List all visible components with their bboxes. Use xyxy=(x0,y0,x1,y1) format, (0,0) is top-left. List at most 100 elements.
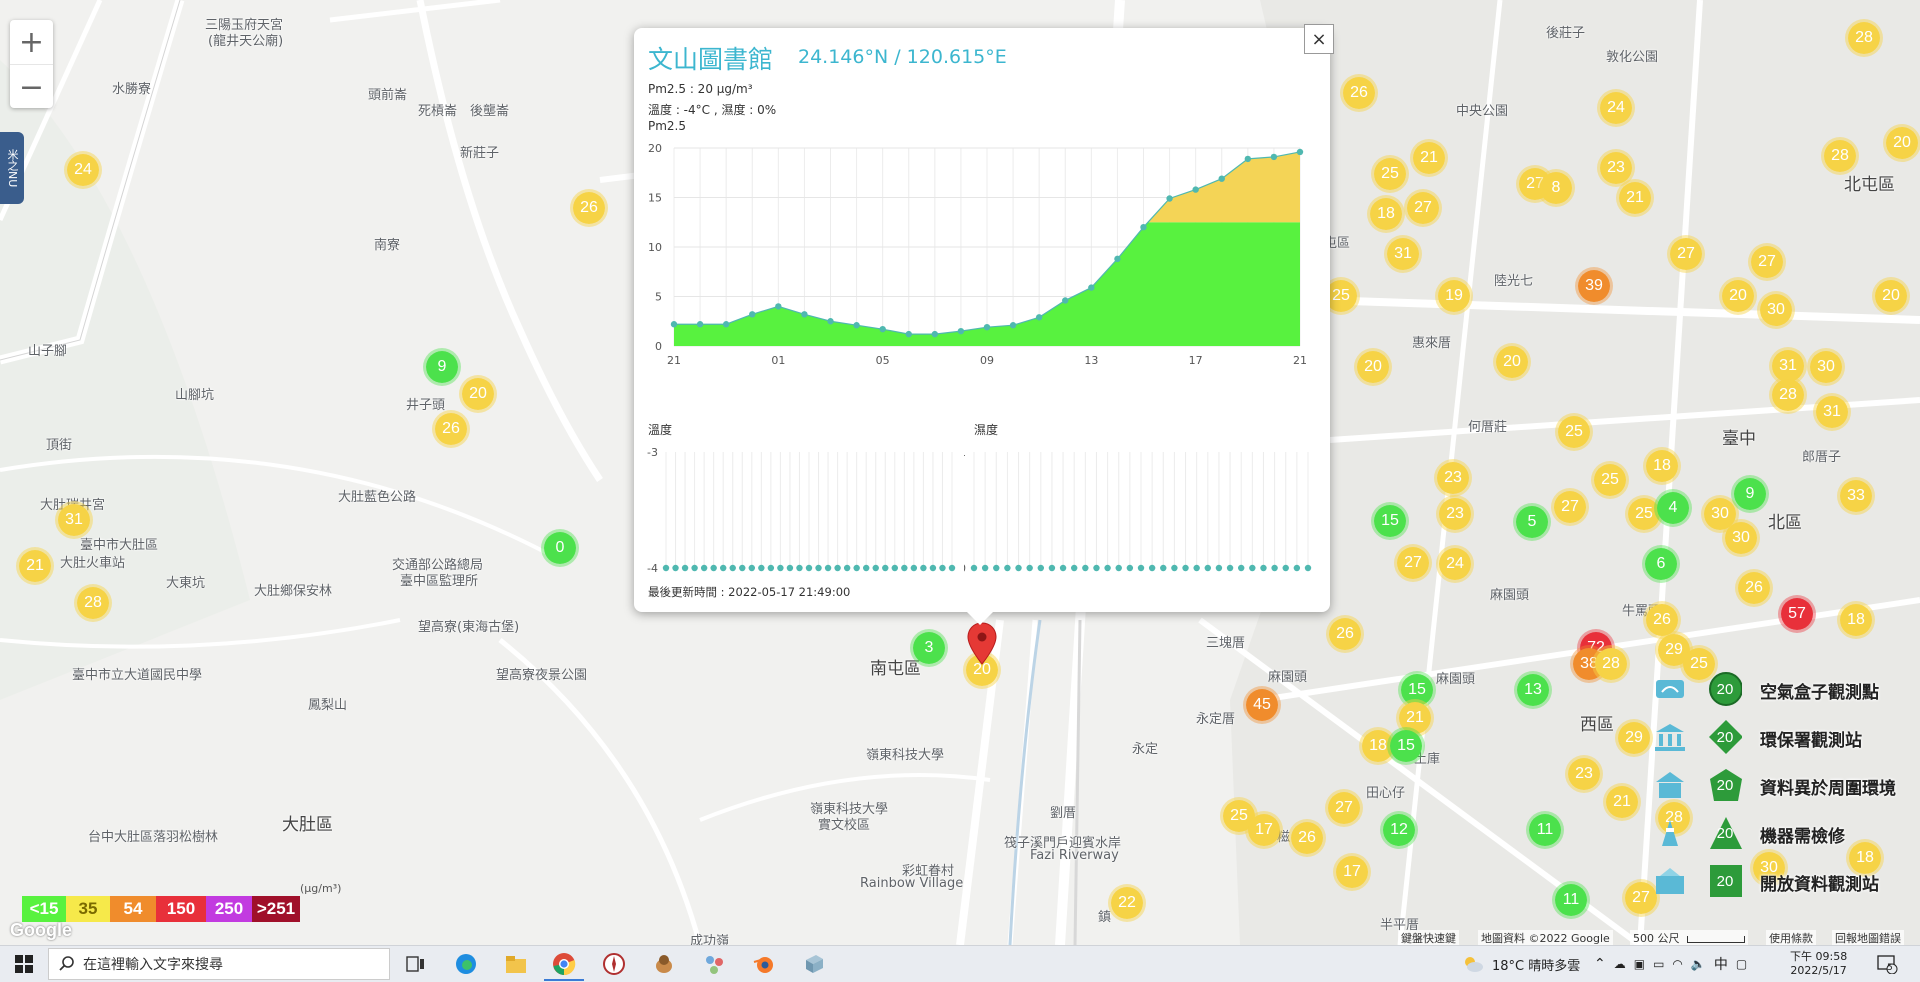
sensor-marker[interactable]: 20 xyxy=(1872,277,1910,315)
sensor-marker[interactable]: 26 xyxy=(1326,615,1364,653)
sensor-marker[interactable]: 28 xyxy=(1592,645,1630,683)
sensor-marker[interactable]: 15 xyxy=(1371,502,1409,540)
sensor-marker[interactable]: 27 xyxy=(1551,488,1589,526)
sensor-marker[interactable]: 31 xyxy=(1384,235,1422,273)
chrome-icon[interactable] xyxy=(544,949,584,981)
tray-expand-icon[interactable]: ⌃ xyxy=(1594,956,1606,972)
close-popup-button[interactable]: × xyxy=(1304,24,1334,54)
tray-app-icon[interactable]: ▣ xyxy=(1634,957,1645,971)
zoom-out-button[interactable]: − xyxy=(10,64,53,109)
app-animal-icon[interactable] xyxy=(644,949,684,979)
sensor-marker[interactable]: 27 xyxy=(1667,235,1705,273)
sensor-marker[interactable]: 28 xyxy=(1821,137,1859,175)
sensor-marker[interactable]: 25 xyxy=(1555,413,1593,451)
sensor-marker[interactable]: 11 xyxy=(1552,881,1590,919)
sensor-marker[interactable]: 20 xyxy=(1493,343,1531,381)
sensor-marker[interactable]: 9 xyxy=(1731,475,1769,513)
app-compass-icon[interactable] xyxy=(594,949,634,979)
sensor-marker[interactable]: 57 xyxy=(1778,595,1816,633)
app-box-icon[interactable] xyxy=(794,949,834,979)
sensor-marker[interactable]: 30 xyxy=(1722,519,1760,557)
sensor-marker[interactable]: 30 xyxy=(1807,348,1845,386)
sensor-marker[interactable]: 33 xyxy=(1837,477,1875,515)
edge-browser-icon[interactable] xyxy=(446,949,486,979)
sensor-marker[interactable]: 25 xyxy=(1591,461,1629,499)
sensor-marker[interactable]: 19 xyxy=(1435,277,1473,315)
file-explorer-icon[interactable] xyxy=(496,949,536,979)
terms-link[interactable]: 使用條款 xyxy=(1766,930,1816,945)
taskbar-search-box[interactable]: 在這裡輸入文字來搜尋 xyxy=(48,948,390,980)
sensor-marker[interactable]: 31 xyxy=(55,501,93,539)
sensor-marker[interactable]: 26 xyxy=(1340,74,1378,112)
sensor-marker[interactable]: 21 xyxy=(1616,179,1654,217)
sensor-marker[interactable]: 24 xyxy=(1597,89,1635,127)
sensor-marker[interactable]: 26 xyxy=(1288,819,1326,857)
sensor-marker[interactable]: 31 xyxy=(1813,393,1851,431)
weather-widget[interactable]: 18°C 晴時多雲 xyxy=(1462,946,1580,982)
sensor-marker[interactable]: 27 xyxy=(1325,789,1363,827)
sensor-marker[interactable]: 28 xyxy=(74,584,112,622)
sensor-marker[interactable]: 18 xyxy=(1643,447,1681,485)
notification-center-button[interactable]: 5 xyxy=(1876,946,1898,982)
side-panel-tab[interactable]: 米之NU xyxy=(0,132,24,204)
sensor-marker[interactable]: 25 xyxy=(1371,155,1409,193)
tray-battery-icon[interactable]: ▭ xyxy=(1653,957,1664,971)
sensor-marker[interactable]: 21 xyxy=(1603,783,1641,821)
sensor-marker[interactable]: 23 xyxy=(1436,495,1474,533)
tray-wifi-icon[interactable]: ◠ xyxy=(1672,957,1682,971)
ime-indicator[interactable]: 中 xyxy=(1714,954,1728,974)
keyboard-shortcuts-link[interactable]: 鍵盤快速鍵 xyxy=(1398,930,1459,945)
tray-onedrive-icon[interactable]: ☁ xyxy=(1614,957,1626,971)
sensor-marker[interactable]: 5 xyxy=(1513,503,1551,541)
zoom-in-button[interactable]: + xyxy=(10,20,53,64)
sensor-marker[interactable]: 9 xyxy=(423,348,461,386)
sensor-marker[interactable]: 27 xyxy=(1394,544,1432,582)
sensor-marker[interactable]: 28 xyxy=(1845,19,1883,57)
map-scale[interactable]: 500 公尺 xyxy=(1630,930,1748,945)
sensor-marker[interactable]: 18 xyxy=(1367,195,1405,233)
sensor-marker[interactable]: 24 xyxy=(1436,545,1474,583)
sensor-marker[interactable]: 21 xyxy=(1410,139,1448,177)
sensor-marker[interactable]: 22 xyxy=(1108,884,1146,922)
sensor-marker[interactable]: 26 xyxy=(570,189,608,227)
sensor-marker[interactable]: 11 xyxy=(1526,811,1564,849)
sensor-marker[interactable]: 27 xyxy=(1404,189,1442,227)
sensor-marker[interactable]: 20 xyxy=(459,375,497,413)
sensor-marker[interactable]: 39 xyxy=(1575,267,1613,305)
app-blender-icon[interactable] xyxy=(744,949,784,979)
ime-mode-icon[interactable]: ▢ xyxy=(1736,957,1747,971)
sensor-marker[interactable]: 26 xyxy=(1735,569,1773,607)
sensor-marker[interactable]: 27 xyxy=(1748,243,1786,281)
sensor-marker[interactable]: 13 xyxy=(1514,671,1552,709)
sensor-marker[interactable]: 45 xyxy=(1243,686,1281,724)
report-map-error-link[interactable]: 回報地圖錯誤 xyxy=(1832,930,1904,945)
sensor-marker[interactable]: 15 xyxy=(1387,727,1425,765)
sensor-marker[interactable]: 12 xyxy=(1380,811,1418,849)
sensor-marker[interactable]: 20 xyxy=(1883,124,1920,162)
task-view-icon[interactable] xyxy=(396,949,436,979)
start-button[interactable] xyxy=(0,946,48,982)
sensor-marker[interactable]: 4 xyxy=(1654,489,1692,527)
selected-location-pin-icon[interactable] xyxy=(967,622,997,666)
sensor-marker[interactable]: 17 xyxy=(1245,811,1283,849)
tray-volume-icon[interactable]: 🔈 xyxy=(1691,957,1706,971)
sensor-marker[interactable]: 24 xyxy=(64,151,102,189)
sensor-marker[interactable]: 28 xyxy=(1769,376,1807,414)
sensor-marker[interactable]: 20 xyxy=(1719,277,1757,315)
sensor-marker[interactable]: 23 xyxy=(1565,755,1603,793)
sensor-marker[interactable]: 3 xyxy=(910,629,948,667)
clock[interactable]: 下午 09:58 2022/5/17 xyxy=(1790,946,1847,982)
sensor-marker[interactable]: 20 xyxy=(1354,348,1392,386)
map-canvas[interactable]: 三陽玉府天宮 (龍井天公廟) 水勝寮 頭前崙 死槓崙 後壟崙 新莊子 南寮 山子腳 山腳坑 井子頭頂… xyxy=(0,0,1920,945)
sensor-marker[interactable]: 21 xyxy=(16,547,54,585)
sensor-marker[interactable]: 30 xyxy=(1757,291,1795,329)
sensor-marker[interactable]: 23 xyxy=(1434,459,1472,497)
sensor-marker[interactable]: 18 xyxy=(1837,601,1875,639)
sensor-marker[interactable]: 17 xyxy=(1333,853,1371,891)
pm25-point xyxy=(905,330,912,338)
app-network-icon[interactable] xyxy=(694,949,734,979)
sensor-marker[interactable]: 6 xyxy=(1642,545,1680,583)
sensor-marker[interactable]: 8 xyxy=(1537,169,1575,207)
sensor-marker[interactable]: 0 xyxy=(541,529,579,567)
sensor-marker[interactable]: 26 xyxy=(432,410,470,448)
